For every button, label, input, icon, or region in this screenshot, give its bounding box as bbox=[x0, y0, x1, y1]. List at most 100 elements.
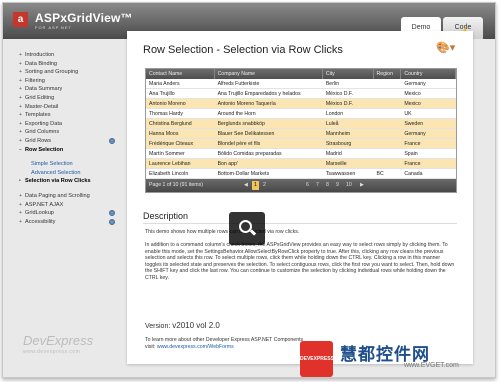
sidebar-item-data-summary[interactable]: + Data Summary bbox=[19, 85, 123, 94]
bullet-icon: − bbox=[19, 146, 22, 153]
sidebar-item-exporting-data[interactable]: + Exporting Data bbox=[19, 120, 123, 129]
devexpress-logo: DevExpress bbox=[23, 333, 94, 348]
column-header-contact-name[interactable]: Contact Name bbox=[146, 69, 215, 79]
content-panel: Row Selection - Selection via Row Clicks… bbox=[127, 31, 473, 364]
table-cell: Berglunds snabbköp bbox=[217, 121, 265, 127]
version-info: Version: v2010 vol 2.0 bbox=[145, 321, 220, 330]
bullet-icon: + bbox=[19, 69, 22, 76]
sidebar-item-sorting-grouping[interactable]: + Sorting and Grouping bbox=[19, 68, 123, 77]
bullet-icon: + bbox=[19, 94, 22, 101]
column-header-region[interactable]: Region bbox=[374, 69, 402, 79]
sidebar-item-gridlookup[interactable]: + GridLookup bbox=[19, 209, 123, 218]
table-cell bbox=[374, 149, 402, 158]
visit-line: visit: www.devexpress.com/WebForms bbox=[145, 344, 303, 351]
table-cell: France bbox=[404, 141, 421, 147]
sidebar-subitem-simple-selection[interactable]: Simple Selection bbox=[19, 160, 123, 169]
table-cell bbox=[374, 139, 402, 148]
table-cell bbox=[374, 119, 402, 128]
sidebar-item-row-selection[interactable]: − Row Selection bbox=[19, 146, 123, 155]
learn-more-text: To learn more about other Developer Expr… bbox=[145, 337, 304, 343]
version-label: Version: bbox=[145, 323, 171, 330]
table-cell: Antonio Moreno Taquería bbox=[217, 101, 276, 107]
sidebar-subitem-selection-row-clicks[interactable]: • Selection via Row Clicks bbox=[19, 177, 123, 186]
page-title: Row Selection - Selection via Row Clicks bbox=[143, 44, 343, 56]
table-cell: UK bbox=[404, 111, 412, 117]
table-cell: Blondel père et fils bbox=[217, 141, 261, 147]
table-row[interactable]: Thomas Hardy Around the Horn London UK bbox=[146, 109, 456, 119]
table-row[interactable]: Martín Sommer Bólido Comidas preparadas Ma… bbox=[146, 149, 456, 159]
table-row[interactable]: Frédérique Citeaux Blondel père et fils St… bbox=[146, 139, 456, 149]
column-header-company-name[interactable]: Company Name bbox=[215, 69, 323, 79]
app-window: a ASPxGridView™ FOR ASP.NET Demo Code ☝ … bbox=[2, 2, 496, 378]
table-cell: Marseille bbox=[325, 161, 347, 167]
table-row[interactable]: Ana Trujillo Ana Trujillo Emparedados y h… bbox=[146, 89, 456, 99]
new-badge-icon bbox=[109, 218, 115, 225]
current-page-bullet-icon: • bbox=[19, 178, 21, 185]
table-cell: Luleå bbox=[325, 121, 339, 127]
table-cell bbox=[374, 99, 402, 108]
sidebar-item-introduction[interactable]: + Introduction bbox=[19, 51, 123, 60]
pager-summary: Page 1 of 10 (91 items) bbox=[149, 182, 203, 188]
new-badge-icon bbox=[109, 210, 115, 217]
pager-page-7[interactable]: 7 bbox=[316, 182, 319, 188]
sidebar-item-aspnet-ajax[interactable]: + ASP.NET AJAX bbox=[19, 201, 123, 210]
description-body: In addition to a command column's check … bbox=[145, 242, 455, 281]
bullet-icon: + bbox=[19, 103, 22, 110]
table-cell: London bbox=[325, 111, 344, 117]
bullet-icon: + bbox=[19, 77, 22, 84]
table-cell bbox=[374, 79, 402, 88]
table-cell: Blauer See Delikatessen bbox=[217, 131, 275, 137]
sidebar-item-filtering[interactable]: + Filtering bbox=[19, 77, 123, 86]
table-cell: Germany bbox=[404, 81, 426, 87]
table-row[interactable]: Laurence Lebihan Bon app' Marseille France bbox=[146, 159, 456, 169]
magnifier-handle bbox=[249, 229, 257, 236]
zoom-overlay[interactable] bbox=[229, 212, 265, 245]
table-cell: Sweden bbox=[404, 121, 424, 127]
sidebar-item-data-paging[interactable]: + Data Paging and Scrolling bbox=[19, 192, 123, 201]
pager-page-9[interactable]: 9 bbox=[336, 182, 339, 188]
bullet-icon: + bbox=[19, 120, 22, 127]
bullet-icon: + bbox=[19, 60, 22, 67]
sidebar-item-grid-columns[interactable]: + Grid Columns bbox=[19, 128, 123, 137]
table-cell: Ana Trujillo Emparedados y helados bbox=[217, 91, 301, 97]
pager-prev-button[interactable]: ◀ bbox=[244, 182, 248, 188]
pager-page-10[interactable]: 10 bbox=[346, 182, 352, 188]
table-cell: Christina Berglund bbox=[149, 121, 192, 127]
table-row[interactable]: Antonio Moreno Antonio Moreno Taquería Méx… bbox=[146, 99, 456, 109]
bullet-icon: + bbox=[19, 52, 22, 58]
sidebar-item-grid-rows[interactable]: + Grid Rows bbox=[19, 137, 123, 146]
column-header-city[interactable]: City bbox=[323, 69, 374, 79]
table-row[interactable]: Maria Anders Alfreds Futterkiste Berlin Ger… bbox=[146, 79, 456, 89]
product-name: ASPxGridView™ bbox=[35, 11, 133, 25]
pager-page-6[interactable]: 6 bbox=[306, 182, 309, 188]
pager-current-page: 1 bbox=[252, 181, 259, 190]
pager-page-8[interactable]: 8 bbox=[326, 182, 329, 188]
palette-icon[interactable]: 🎨▾ bbox=[436, 41, 455, 54]
table-cell: Ana Trujillo bbox=[149, 91, 175, 97]
webforms-link[interactable]: www.devexpress.com/WebForms bbox=[157, 344, 234, 350]
table-row[interactable]: Christina Berglund Berglunds snabbköp Lule… bbox=[146, 119, 456, 129]
sidebar-item-templates[interactable]: + Templates bbox=[19, 111, 123, 120]
table-cell: Bólido Comidas preparadas bbox=[217, 151, 282, 157]
sidebar-item-accessibility[interactable]: + Accessibility bbox=[19, 218, 123, 227]
bullet-icon: + bbox=[19, 201, 22, 208]
table-cell bbox=[374, 159, 402, 168]
sidebar-subitem-advanced-selection[interactable]: Advanced Selection bbox=[19, 169, 123, 178]
sidebar-item-master-detail[interactable]: + Master-Detail bbox=[19, 103, 123, 112]
table-cell bbox=[374, 109, 402, 118]
table-row[interactable]: Hanna Moos Blauer See Delikatessen Mannhei… bbox=[146, 129, 456, 139]
column-header-country[interactable]: Country bbox=[401, 69, 456, 79]
pager-page-2[interactable]: 2 bbox=[263, 182, 266, 188]
table-cell: Antonio Moreno bbox=[149, 101, 186, 107]
product-subtitle: FOR ASP.NET bbox=[35, 25, 72, 30]
table-cell: Around the Horn bbox=[217, 111, 256, 117]
sidebar-item-grid-editing[interactable]: + Grid Editing bbox=[19, 94, 123, 103]
table-row[interactable]: Elizabeth Lincoln Bottom-Dollar Markets Ts… bbox=[146, 169, 456, 179]
sidebar-item-data-binding[interactable]: + Data Binding bbox=[19, 60, 123, 69]
grid-header-row: Contact Name Company Name City Region Co… bbox=[146, 69, 456, 79]
description-title: Description bbox=[143, 211, 189, 221]
pager-next-button[interactable]: ▶ bbox=[360, 182, 364, 188]
description-intro: This demo shows how multiple rows can be… bbox=[145, 229, 300, 235]
table-cell: BC bbox=[376, 171, 384, 177]
bullet-icon: + bbox=[19, 137, 22, 144]
